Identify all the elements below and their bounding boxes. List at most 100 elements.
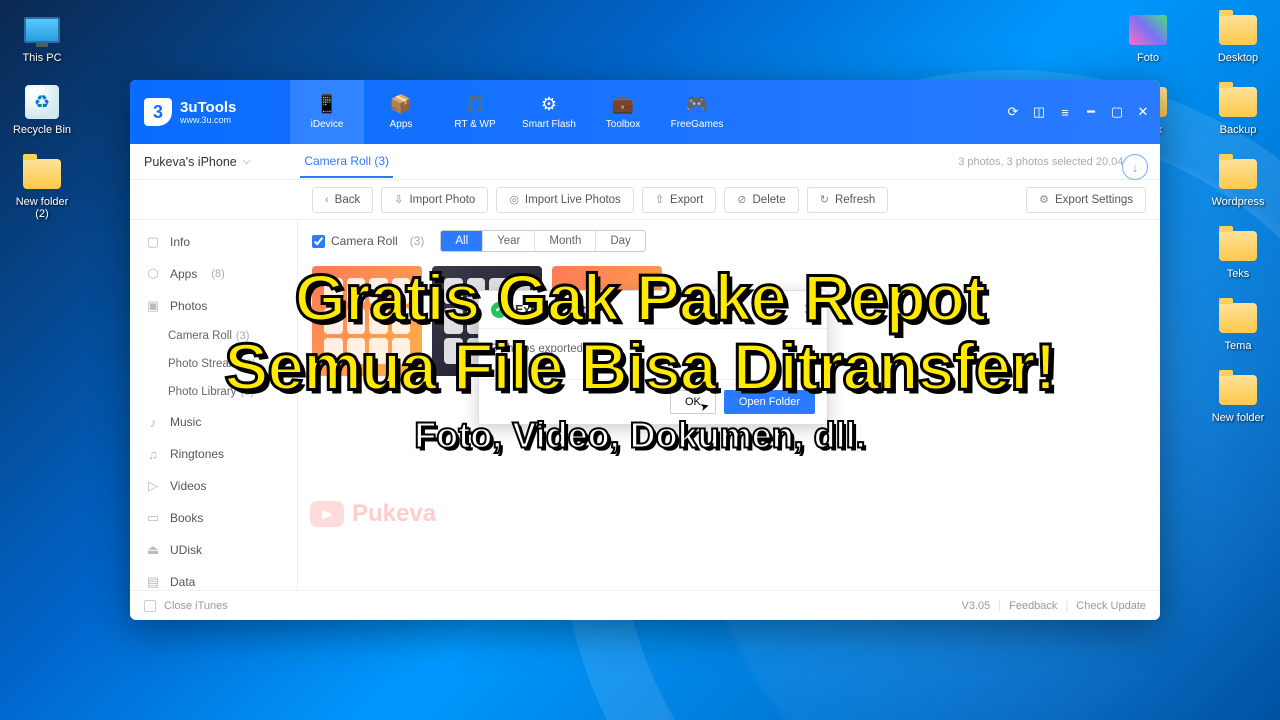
app-body: ▢Info ⬡Apps(8) ▣Photos Camera Roll(3) Ph…	[130, 220, 1160, 590]
desktop-icon-label: Desktop	[1218, 52, 1258, 64]
nav-tab-toolbox[interactable]: 💼Toolbox	[586, 80, 660, 144]
desktop-icon-label: Teks	[1227, 268, 1250, 280]
btn-label: Export	[670, 194, 703, 206]
photo-thumbnail[interactable]	[312, 266, 422, 376]
desktop-icon-label: Recycle Bin	[13, 124, 71, 136]
sidebar-sub-camera-roll[interactable]: Camera Roll(3)	[130, 322, 297, 350]
desktop-icon-backup[interactable]: Backup	[1206, 82, 1270, 136]
delete-button[interactable]: ⊘Delete	[724, 187, 798, 213]
app-header: 3 3uTools www.3u.com 📱iDevice 📦Apps 🎵 RT …	[130, 80, 1160, 144]
sidebar-item-data[interactable]: ▤ Data	[130, 566, 297, 590]
nav-tab-smartflash[interactable]: ⚙Smart Flash	[512, 80, 586, 144]
ringtone-icon: ♫	[146, 447, 160, 462]
nav-tab-apps[interactable]: 📦Apps	[364, 80, 438, 144]
checkbox-input[interactable]	[312, 235, 325, 248]
sidebar-count: (3)	[236, 330, 249, 342]
gear-icon: ⚙	[541, 94, 557, 115]
segment-all[interactable]: All	[441, 231, 483, 251]
cube-icon: 📦	[390, 94, 412, 115]
sidebar-item-label: Info	[170, 235, 190, 249]
app-window: 3 3uTools www.3u.com 📱iDevice 📦Apps 🎵RT …	[130, 80, 1160, 620]
gamepad-icon: 🎮	[686, 94, 708, 115]
checkbox-count: (3)	[410, 234, 425, 248]
sidebar-item-info[interactable]: ▢Info	[130, 226, 297, 258]
sidebar-item-books[interactable]: ▭Books	[130, 502, 297, 534]
back-button[interactable]: ‹Back	[312, 187, 373, 213]
filter-row: Camera Roll (3) All Year Month Day	[312, 230, 1146, 252]
feedback-link[interactable]: Feedback	[1009, 600, 1057, 612]
music-icon: 🎵	[464, 94, 486, 115]
desktop-icon-this-pc[interactable]: This PC	[10, 10, 74, 64]
download-button[interactable]: ↓	[1122, 154, 1148, 180]
refresh-button[interactable]: ↻Refresh	[807, 187, 889, 213]
sidebar-item-videos[interactable]: ▷Videos	[130, 470, 297, 502]
import-photo-button[interactable]: ⇩Import Photo	[381, 187, 488, 213]
data-icon: ▤	[146, 574, 160, 590]
nav-tab-rtwp[interactable]: 🎵 RT & WP	[438, 80, 512, 144]
sidebar-item-photos[interactable]: ▣Photos	[130, 290, 297, 322]
wc-menu-icon[interactable]: ≡	[1054, 101, 1076, 123]
nav-tab-idevice[interactable]: 📱iDevice	[290, 80, 364, 144]
sidebar-sub-photo-library[interactable]: Photo Library(0)	[130, 378, 297, 406]
breadcrumb-tab[interactable]: Camera Roll (3)	[300, 146, 393, 178]
desktop-icon-label: Foto	[1137, 52, 1159, 64]
app-logo-icon: 3	[144, 98, 172, 126]
maximize-button[interactable]: ▢	[1106, 101, 1128, 123]
app-brand: 3 3uTools www.3u.com	[130, 80, 290, 144]
nav-tab-label: iDevice	[311, 119, 344, 130]
segment-year[interactable]: Year	[483, 231, 535, 251]
camera-roll-checkbox[interactable]: Camera Roll (3)	[312, 234, 424, 248]
refresh-icon: ↻	[820, 193, 829, 206]
nav-tab-label: RT & WP	[454, 119, 495, 130]
folder-icon	[1219, 87, 1257, 117]
app-footer: Close iTunes V3.05 | Feedback | Check Up…	[130, 590, 1160, 620]
dialog-open-folder-button[interactable]: Open Folder	[724, 390, 815, 414]
minimize-button[interactable]: ━	[1080, 101, 1102, 123]
export-button[interactable]: ⇧Export	[642, 187, 716, 213]
close-button[interactable]: ✕	[1132, 101, 1154, 123]
sidebar-sub-photo-stream[interactable]: Photo Stream(0)	[130, 350, 297, 378]
close-itunes-checkbox[interactable]	[144, 600, 156, 612]
photo-folder-icon	[1129, 15, 1167, 45]
dialog-title: Export Photos	[515, 303, 600, 317]
desktop-icon-tema[interactable]: Tema	[1206, 298, 1270, 352]
import-live-button[interactable]: ◎Import Live Photos	[496, 187, 634, 213]
time-filter-segmented: All Year Month Day	[440, 230, 645, 252]
sidebar-item-udisk[interactable]: ⏏UDisk	[130, 534, 297, 566]
sidebar-item-ringtones[interactable]: ♫Ringtones	[130, 438, 297, 470]
sub-header: Pukeva's iPhone Camera Roll (3) 3 photos…	[130, 144, 1160, 180]
sidebar-count: (0)	[240, 386, 253, 398]
sidebar-item-music[interactable]: ♪Music	[130, 406, 297, 438]
export-photos-dialog: ✓ Export Photos ✕ 3 photos exported OK O…	[478, 290, 828, 425]
segment-month[interactable]: Month	[535, 231, 596, 251]
selection-status: 3 photos, 3 photos selected 20.04 MB.	[958, 156, 1146, 168]
btn-label: Import Photo	[409, 194, 475, 206]
desktop-icon-label: New folder (2)	[10, 196, 74, 220]
desktop-icon-recycle-bin[interactable]: ♻ Recycle Bin	[10, 82, 74, 136]
desktop-icon-foto[interactable]: Foto	[1116, 10, 1180, 64]
book-icon: ▭	[146, 510, 160, 526]
sidebar-item-label: Apps	[170, 267, 197, 281]
sidebar-item-apps[interactable]: ⬡Apps(8)	[130, 258, 297, 290]
dialog-footer: OK Open Folder ➤	[479, 379, 827, 424]
desktop-icon-teks[interactable]: Teks	[1206, 226, 1270, 280]
export-settings-button[interactable]: ⚙Export Settings	[1026, 187, 1146, 213]
toolbar: ‹Back ⇩Import Photo ◎Import Live Photos …	[130, 180, 1160, 220]
segment-day[interactable]: Day	[596, 231, 644, 251]
desktop-icon-new-folder-2[interactable]: New folder (2)	[10, 154, 74, 220]
dialog-close-button[interactable]: ✕	[803, 301, 815, 318]
wc-phone-icon[interactable]: ⟳	[1002, 101, 1024, 123]
desktop-icon-desktop[interactable]: Desktop	[1206, 10, 1270, 64]
folder-icon	[1219, 159, 1257, 189]
sidebar-item-label: Data	[170, 575, 195, 589]
device-picker[interactable]: Pukeva's iPhone	[144, 155, 250, 169]
app-url: www.3u.com	[180, 115, 236, 125]
desktop-icon-new-folder[interactable]: New folder	[1206, 370, 1270, 424]
nav-tab-label: FreeGames	[671, 119, 724, 130]
desktop-icon-label: Tema	[1225, 340, 1252, 352]
check-update-link[interactable]: Check Update	[1076, 600, 1146, 612]
nav-tab-freegames[interactable]: 🎮 FreeGames	[660, 80, 734, 144]
nav-tabs: 📱iDevice 📦Apps 🎵 RT & WP ⚙Smart Flash 💼To…	[290, 80, 734, 144]
wc-layout-icon[interactable]: ◫	[1028, 101, 1050, 123]
desktop-icon-wordpress[interactable]: Wordpress	[1206, 154, 1270, 208]
